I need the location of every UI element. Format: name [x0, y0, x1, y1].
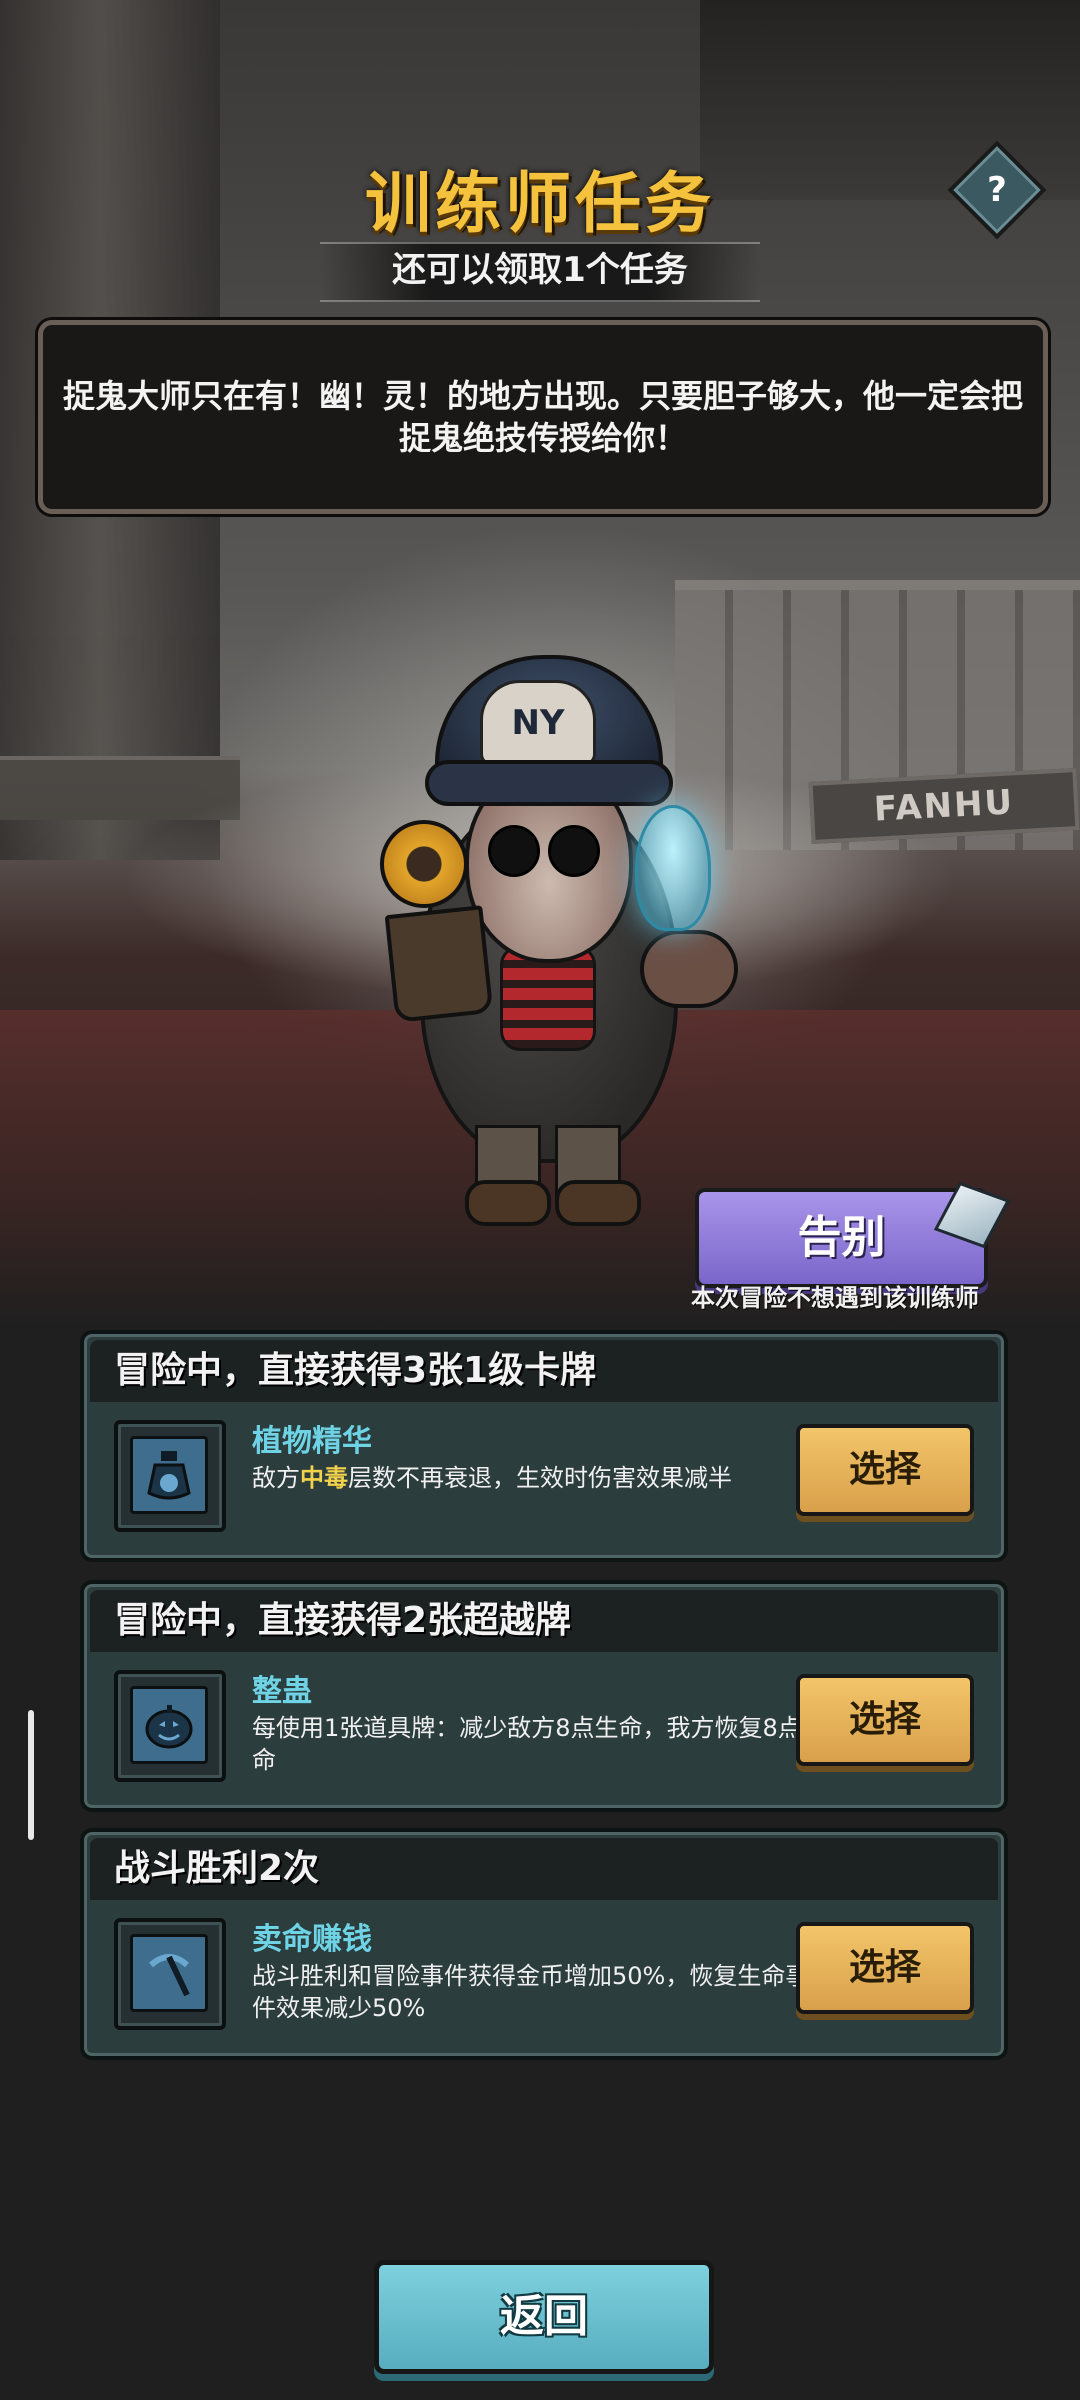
task-card-header: 冒险中，直接获得3张1级卡牌 — [90, 1340, 998, 1402]
farewell-button[interactable]: 告别 — [695, 1188, 988, 1288]
reward-name: 植物精华 — [252, 1424, 372, 1459]
reward-description: 敌方中毒层数不再衰退，生效时伤害效果减半 — [252, 1462, 832, 1494]
reward-desc-part: 每使用1张道具牌：减少敌方8点生命，我方恢复8点生命 — [252, 1714, 826, 1774]
select-button[interactable]: 选择 — [796, 1424, 974, 1516]
character-cap-logo: NY — [480, 680, 596, 766]
reward-name: 整蛊 — [252, 1674, 312, 1709]
character-shoe-right — [555, 1180, 641, 1226]
character-glasses-right — [548, 825, 600, 877]
description-box: 捉鬼大师只在有！幽！灵！的地方出现。只要胆子够大，他一定会把捉鬼绝技传授给你！ — [38, 320, 1048, 514]
reward-icon-frame — [114, 1420, 226, 1532]
pumpkin-icon — [130, 1686, 208, 1764]
task-card: 战斗胜利2次 卖命赚钱 战斗胜利和冒险事件获得金币增加50%，恢复生命事件效果减… — [80, 1828, 1008, 2060]
page-title: 训练师任务 — [365, 165, 715, 242]
trainer-character: NY — [350, 655, 770, 1235]
character-hand — [640, 930, 738, 1008]
select-button[interactable]: 选择 — [796, 1922, 974, 2014]
reward-description: 战斗胜利和冒险事件获得金币增加50%，恢复生命事件效果减少50% — [252, 1960, 832, 2024]
reward-desc-part: 敌方 — [252, 1464, 300, 1492]
poison-keyword: 中毒 — [300, 1464, 348, 1492]
task-title: 战斗胜利2次 — [114, 1848, 320, 1889]
task-card-header: 冒险中，直接获得2张超越牌 — [90, 1590, 998, 1652]
task-title: 冒险中，直接获得2张超越牌 — [114, 1600, 572, 1641]
reward-icon-frame — [114, 1918, 226, 2030]
task-title: 冒险中，直接获得3张1级卡牌 — [114, 1350, 597, 1391]
task-card-header: 战斗胜利2次 — [90, 1838, 998, 1900]
scroll-indicator[interactable] — [28, 1710, 34, 1840]
flower-pot — [384, 905, 494, 1023]
select-button[interactable]: 选择 — [796, 1674, 974, 1766]
sunflower-icon — [380, 820, 468, 908]
reward-desc-part: 层数不再衰退，生效时伤害效果减半 — [348, 1464, 732, 1492]
character-glasses-left — [488, 825, 540, 877]
ghost-icon — [635, 805, 711, 931]
back-button[interactable]: 返回 — [374, 2260, 714, 2374]
character-shoe-left — [465, 1180, 551, 1226]
reward-desc-part: 战斗胜利和冒险事件获得金币增加50%，恢复生命事件效果减少50% — [252, 1962, 810, 2022]
description-text: 捉鬼大师只在有！幽！灵！的地方出现。只要胆子够大，他一定会把捉鬼绝技传授给你！ — [63, 377, 1024, 457]
task-card: 冒险中，直接获得3张1级卡牌 植物精华 敌方中毒层数不再衰退，生效时伤害效果减半… — [80, 1330, 1008, 1562]
reward-icon-frame — [114, 1670, 226, 1782]
farewell-caption: 本次冒险不想遇到该训练师 — [691, 1284, 979, 1312]
potion-icon — [130, 1436, 208, 1514]
task-card: 冒险中，直接获得2张超越牌 整蛊 每使用1张道具牌：减少敌方8点生命，我方恢复8… — [80, 1580, 1008, 1812]
reward-name: 卖命赚钱 — [252, 1922, 372, 1957]
pickaxe-icon — [130, 1934, 208, 2012]
remaining-tasks-label: 还可以领取1个任务 — [392, 250, 688, 290]
character-cap-brim — [425, 760, 673, 806]
reward-description: 每使用1张道具牌：减少敌方8点生命，我方恢复8点生命 — [252, 1712, 832, 1776]
question-icon: ? — [987, 170, 1007, 210]
